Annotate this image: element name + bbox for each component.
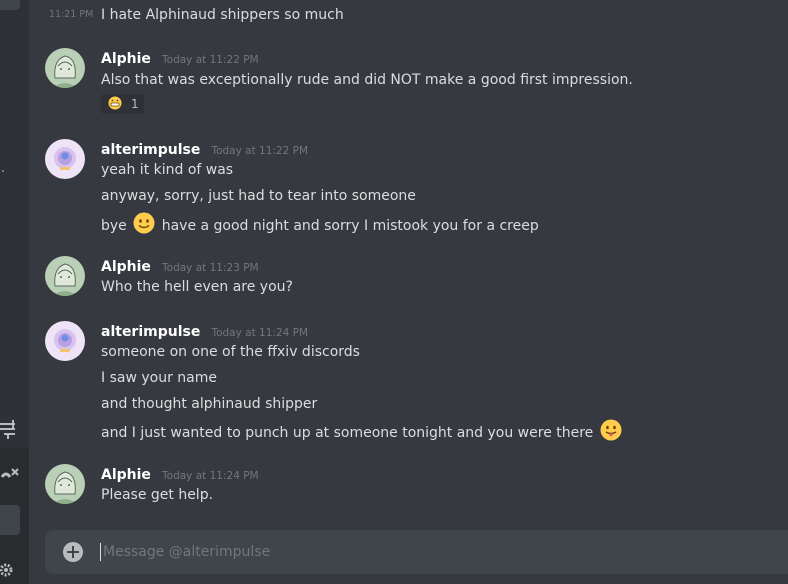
username[interactable]: alterimpulse	[101, 324, 200, 340]
message-text: anyway, sorry, just had to tear into som…	[101, 188, 416, 204]
message-text: yeah it kind of was	[101, 162, 234, 178]
message-text: I saw your name	[101, 370, 217, 386]
sidebar-dot	[2, 170, 4, 172]
channel-sidebar	[0, 0, 29, 584]
avatar[interactable]	[45, 321, 85, 361]
message-timestamp: Today at 11:24 PM	[211, 327, 309, 339]
avatar-image-alterimpulse	[45, 139, 85, 179]
slightly-smiling-face-icon	[133, 212, 155, 240]
message-group: alterimpulse Today at 11:22 PM yeah it k…	[29, 139, 788, 239]
message-input[interactable]	[100, 543, 763, 561]
message-timestamp: Today at 11:22 PM	[162, 54, 259, 66]
message-group: Alphie Today at 11:23 PM Who the hell ev…	[29, 256, 788, 300]
face-with-tongue-icon	[600, 419, 622, 447]
message-header: Alphie Today at 11:24 PM	[101, 464, 259, 484]
message-text: Also that was exceptionally rude and did…	[101, 72, 633, 88]
avatar[interactable]	[45, 48, 85, 88]
reaction-count: 1	[131, 97, 139, 111]
message-item: 11:21 PM I hate Alphinaud shippers so mu…	[29, 5, 788, 27]
add-attachment-button[interactable]	[63, 542, 83, 562]
avatar-image-alterimpulse	[45, 321, 85, 361]
sidebar-item-partial[interactable]	[0, 0, 20, 10]
username[interactable]: Alphie	[101, 259, 151, 275]
avatar[interactable]	[45, 464, 85, 504]
message-header: alterimpulse Today at 11:22 PM	[101, 139, 308, 159]
avatar-image-alphie	[45, 256, 85, 296]
message-header: alterimpulse Today at 11:24 PM	[101, 321, 308, 341]
message-timestamp: Today at 11:23 PM	[162, 262, 259, 274]
message-text: I hate Alphinaud shippers so much	[101, 7, 344, 23]
message-group: alterimpulse Today at 11:24 PM someone o…	[29, 321, 788, 445]
username[interactable]: Alphie	[101, 51, 151, 67]
avatar[interactable]	[45, 256, 85, 296]
avatar-image-alphie	[45, 464, 85, 504]
gear-icon[interactable]	[0, 562, 16, 582]
message-timestamp: Today at 11:24 PM	[162, 470, 259, 482]
message-text-segment: have a good night and sorry I mistook yo…	[161, 218, 539, 234]
grimacing-face-icon	[108, 96, 122, 113]
message-header: Alphie Today at 11:22 PM	[101, 48, 259, 68]
message-list: 11:21 PM I hate Alphinaud shippers so mu…	[29, 0, 788, 530]
message-text-segment: and I just wanted to punch up at someone…	[101, 425, 594, 441]
username[interactable]: alterimpulse	[101, 142, 200, 158]
message-composer	[45, 530, 788, 574]
message-text: Please get help.	[101, 487, 214, 503]
avatar-image-alphie	[45, 48, 85, 88]
message-text-segment: bye	[101, 218, 127, 234]
discord-dm-window: 11:21 PM I hate Alphinaud shippers so mu…	[0, 0, 788, 584]
message-text: and thought alphinaud shipper	[101, 396, 318, 412]
avatar[interactable]	[45, 139, 85, 179]
message-group: Alphie Today at 11:24 PM Please get help…	[29, 464, 788, 508]
reaction-button[interactable]: 1	[101, 94, 144, 114]
message-text: someone on one of the ffxiv discords	[101, 344, 360, 360]
sidebar-active-item[interactable]	[0, 505, 20, 535]
username[interactable]: Alphie	[101, 467, 151, 483]
message-text: bye have a good night and sorry I mistoo…	[101, 212, 539, 240]
message-text: Who the hell even are you?	[101, 279, 293, 295]
message-header: Alphie Today at 11:23 PM	[101, 256, 259, 276]
message-timestamp: Today at 11:22 PM	[211, 145, 309, 157]
message-hover-timestamp: 11:21 PM	[49, 9, 94, 20]
message-text: and I just wanted to punch up at someone…	[101, 419, 622, 447]
screen-share-icon[interactable]	[0, 420, 18, 444]
leave-call-icon[interactable]	[0, 465, 20, 489]
